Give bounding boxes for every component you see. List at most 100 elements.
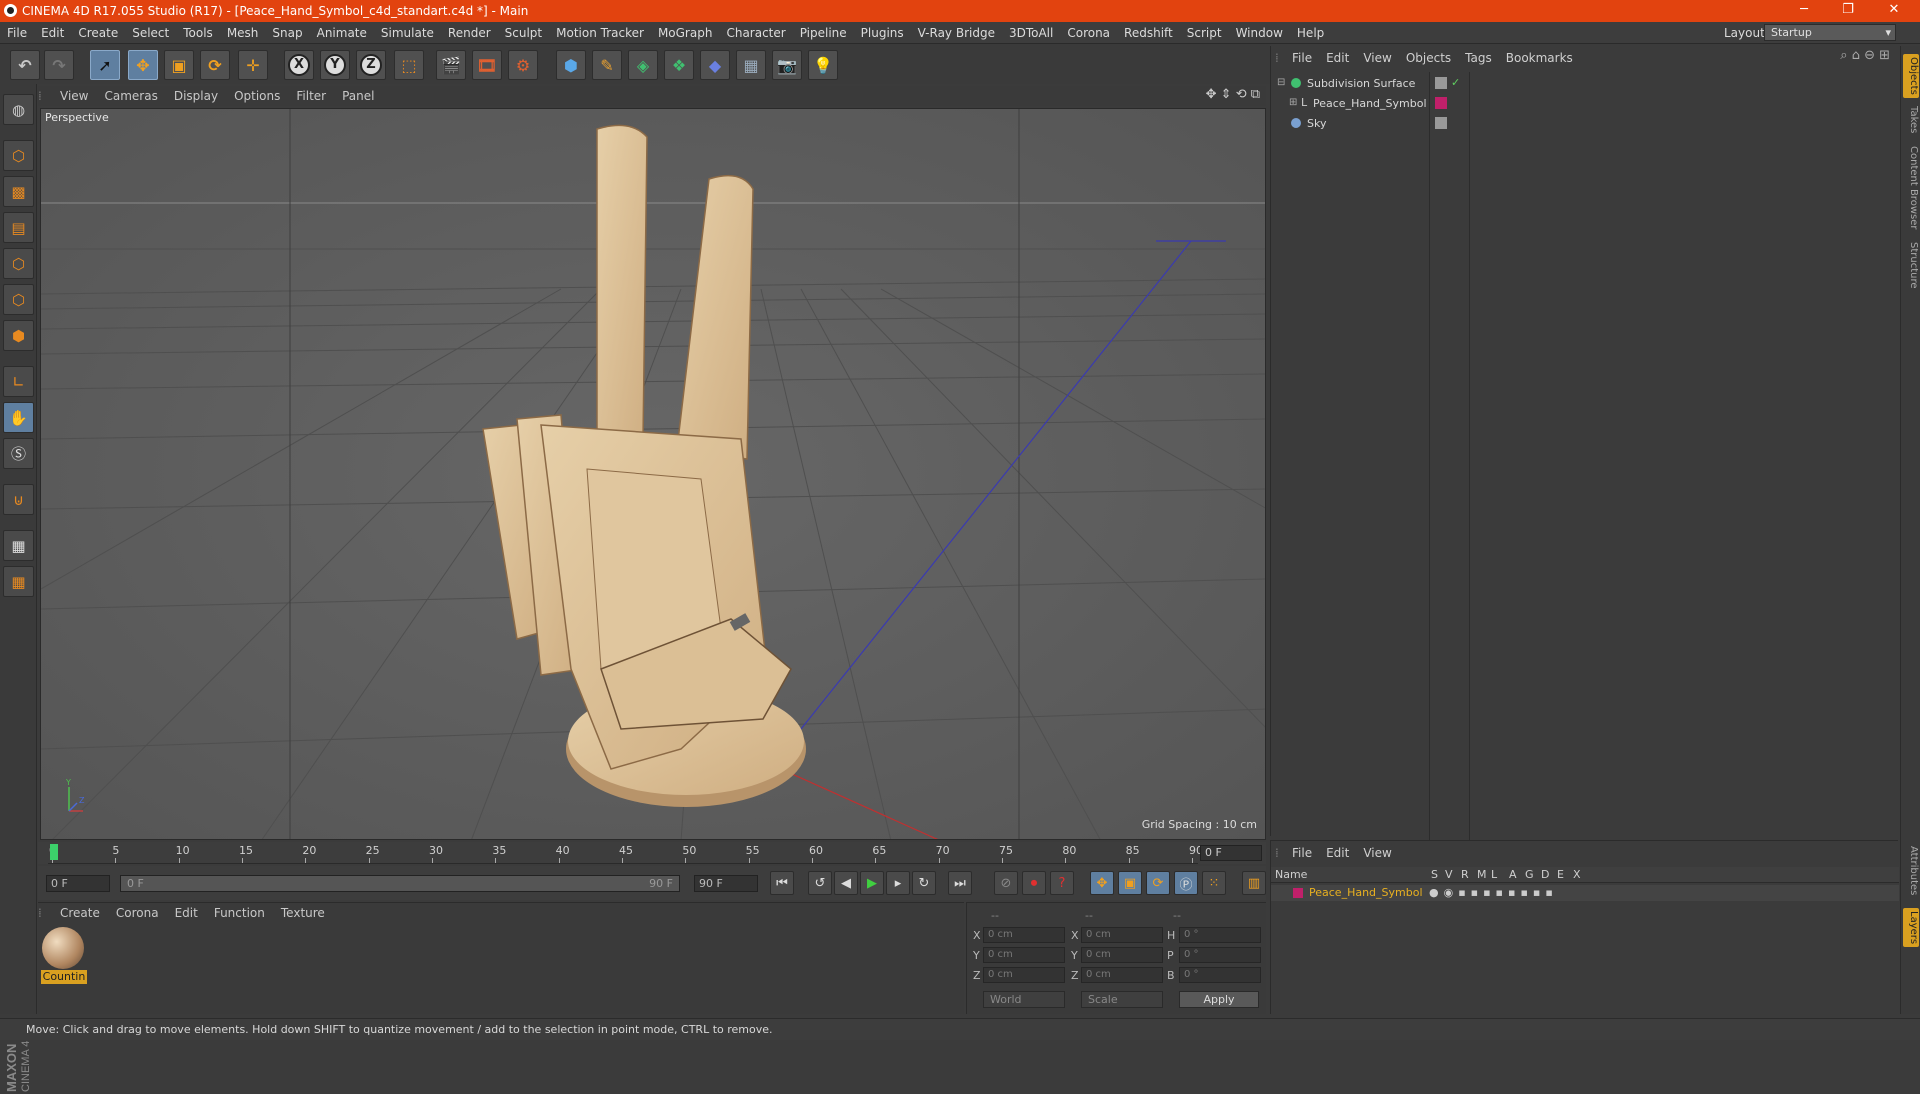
pos-z-field[interactable]: 0 cm [983, 967, 1065, 983]
previous-key-icon[interactable]: ↺ [808, 871, 832, 895]
y-axis-lock-icon[interactable]: Y [320, 50, 350, 80]
subdivision-surface-icon[interactable]: ◈ [628, 50, 658, 80]
axis-mode-icon[interactable]: ∟ [3, 366, 34, 397]
menu-pipeline[interactable]: Pipeline [793, 22, 854, 44]
coordinate-system-icon[interactable]: ⬚ [394, 50, 424, 80]
material-name-label[interactable]: Countin [41, 970, 87, 984]
om-menu-objects[interactable]: Objects [1399, 46, 1458, 70]
size-y-field[interactable]: 0 cm [1081, 947, 1163, 963]
rot-p-field[interactable]: 0 ° [1179, 947, 1261, 963]
last-tool-icon[interactable]: ✛ [238, 50, 268, 80]
motion-record-icon[interactable]: ⊘ [994, 871, 1018, 895]
timeline-ruler[interactable]: 051015202530354045505560657075808590 0 F [38, 842, 1266, 864]
edit-render-toggle-icon[interactable] [1435, 77, 1447, 89]
viewport-menu-options[interactable]: Options [226, 86, 288, 106]
om-menu-view[interactable]: View [1356, 46, 1398, 70]
menu-create[interactable]: Create [71, 22, 125, 44]
tab-takes[interactable]: Takes [1903, 106, 1919, 133]
transform-mode-dropdown[interactable]: Scale [1081, 991, 1163, 1008]
autokey-icon[interactable]: ? [1050, 871, 1074, 895]
solo-mode-icon[interactable]: Ⓢ [3, 438, 34, 469]
play-icon[interactable]: ▶ [860, 871, 884, 895]
viewport-menu-view[interactable]: View [52, 86, 96, 106]
menu-redshift[interactable]: Redshift [1117, 22, 1180, 44]
object-name[interactable]: Peace_Hand_Symbol [1313, 97, 1427, 110]
go-to-start-icon[interactable]: ⏮ [770, 871, 794, 895]
light-icon[interactable]: 💡 [808, 50, 838, 80]
menu-simulate[interactable]: Simulate [374, 22, 441, 44]
menu-animate[interactable]: Animate [310, 22, 374, 44]
apply-button[interactable]: Apply [1179, 991, 1259, 1008]
make-editable-icon[interactable]: ◍ [3, 94, 34, 125]
tab-layers[interactable]: Layers [1903, 908, 1919, 948]
menu-script[interactable]: Script [1180, 22, 1229, 44]
tab-structure[interactable]: Structure [1903, 242, 1919, 289]
coordinate-space-dropdown[interactable]: World [983, 991, 1065, 1008]
menu-window[interactable]: Window [1229, 22, 1290, 44]
om-menu-tags[interactable]: Tags [1458, 46, 1499, 70]
key-parameter-icon[interactable]: Ⓟ [1174, 871, 1198, 895]
expand-icon[interactable]: ⊞ [1289, 97, 1297, 108]
next-frame-icon[interactable]: ▸ [886, 871, 910, 895]
menu-select[interactable]: Select [125, 22, 176, 44]
menu-edit[interactable]: Edit [34, 22, 71, 44]
layout-select[interactable]: Startup [1764, 24, 1896, 41]
go-to-end-icon[interactable]: ⏭ [948, 871, 972, 895]
menu-mograph[interactable]: MoGraph [651, 22, 720, 44]
preview-range-slider[interactable]: 0 F 90 F [120, 875, 680, 892]
menu-character[interactable]: Character [719, 22, 792, 44]
material-menu-function[interactable]: Function [206, 903, 273, 923]
size-z-field[interactable]: 0 cm [1081, 967, 1163, 983]
rot-b-field[interactable]: 0 ° [1179, 967, 1261, 983]
record-keys-icon[interactable]: ⏺ [1022, 871, 1046, 895]
material-menu-edit[interactable]: Edit [167, 903, 206, 923]
viewport-menu-cameras[interactable]: Cameras [96, 86, 165, 106]
redo-icon[interactable]: ↷ [44, 50, 74, 80]
mograph-cloner-icon[interactable]: ❖ [664, 50, 694, 80]
undo-icon[interactable]: ↶ [10, 50, 40, 80]
material-menu-texture[interactable]: Texture [273, 903, 333, 923]
object-name[interactable]: Sky [1307, 117, 1326, 130]
close-button[interactable]: ✕ [1872, 0, 1916, 22]
menu-3dtoall[interactable]: 3DToAll [1002, 22, 1060, 44]
layer-color-swatch[interactable] [1435, 97, 1447, 109]
rotate-tool-icon[interactable]: ⟳ [200, 50, 230, 80]
render-settings-icon[interactable]: ⚙ [508, 50, 538, 80]
scale-tool-icon[interactable]: ▣ [164, 50, 194, 80]
viewport-menu-filter[interactable]: Filter [288, 86, 334, 106]
points-mode-icon[interactable]: ⬡ [3, 248, 34, 279]
snap-magnet-icon[interactable]: ⊍ [3, 484, 34, 515]
key-position-icon[interactable]: ✥ [1090, 871, 1114, 895]
edit-render-toggle-icon[interactable] [1435, 117, 1447, 129]
key-scale-icon[interactable]: ▣ [1118, 871, 1142, 895]
locked-workplane-icon[interactable]: ▦ [3, 566, 34, 597]
viewport-menu-display[interactable]: Display [166, 86, 226, 106]
viewport-menu-panel[interactable]: Panel [334, 86, 382, 106]
key-rotation-icon[interactable]: ⟳ [1146, 871, 1170, 895]
pos-x-field[interactable]: 0 cm [983, 927, 1065, 943]
minimize-button[interactable]: ─ [1782, 0, 1826, 22]
tab-content-browser[interactable]: Content Browser [1903, 146, 1919, 229]
menu-vray-bridge[interactable]: V-Ray Bridge [911, 22, 1002, 44]
layer-menu-edit[interactable]: Edit [1319, 841, 1356, 865]
texture-mode-icon[interactable]: ▩ [3, 176, 34, 207]
workplane-lock-icon[interactable]: ▦ [3, 530, 34, 561]
tab-objects[interactable]: Objects [1903, 54, 1919, 98]
om-menu-file[interactable]: File [1285, 46, 1319, 70]
menu-corona[interactable]: Corona [1060, 22, 1117, 44]
workplane-mode-icon[interactable]: ▤ [3, 212, 34, 243]
previous-frame-icon[interactable]: ◀ [834, 871, 858, 895]
timeline-window-icon[interactable]: ▥ [1242, 871, 1266, 895]
x-axis-lock-icon[interactable]: X [284, 50, 314, 80]
layer-menu-file[interactable]: File [1285, 841, 1319, 865]
om-menu-edit[interactable]: Edit [1319, 46, 1356, 70]
object-row[interactable]: ⊞ L Peace_Hand_Symbol [1271, 94, 1899, 114]
menu-tools[interactable]: Tools [176, 22, 220, 44]
key-pla-icon[interactable]: ⁙ [1202, 871, 1226, 895]
tab-attributes[interactable]: Attributes [1903, 846, 1919, 895]
frame-ruler[interactable]: 051015202530354045505560657075808590 [48, 842, 1203, 864]
render-view-icon[interactable]: 🎬 [436, 50, 466, 80]
layer-row[interactable]: Peace_Hand_Symbol ●◉▪▪▪▪▪▪▪▪ [1271, 885, 1899, 901]
rot-h-field[interactable]: 0 ° [1179, 927, 1261, 943]
material-menu-create[interactable]: Create [52, 903, 108, 923]
